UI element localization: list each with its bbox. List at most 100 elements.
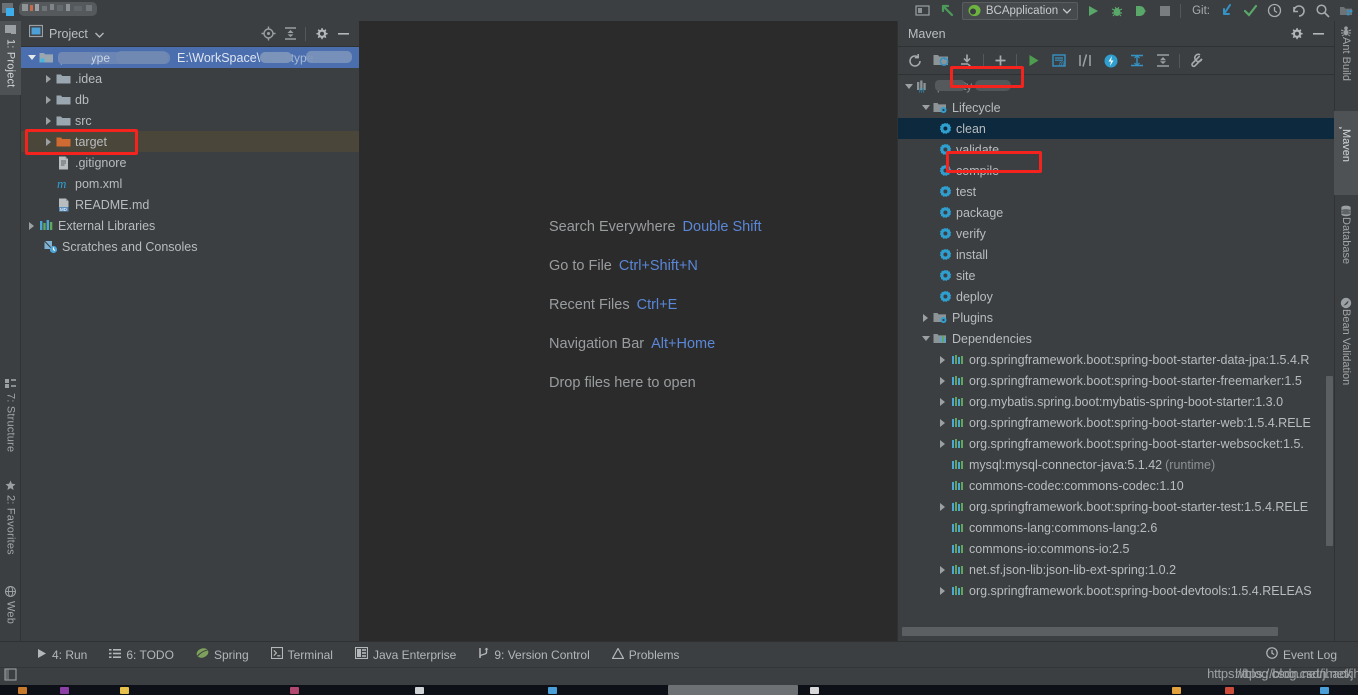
taskbar-item[interactable]: [120, 687, 129, 694]
tree-row-project-root[interactable]: prototype E:\WorkSpace\ ototype: [21, 47, 359, 68]
sidebar-tab-web[interactable]: Web: [0, 583, 21, 641]
expand-arrow-icon[interactable]: [936, 437, 949, 450]
settings-wrench-icon[interactable]: [1183, 49, 1209, 73]
expand-arrow-icon[interactable]: [919, 311, 932, 324]
tree-row-readme-md[interactable]: MD README.md: [21, 194, 359, 215]
commit-icon[interactable]: [1238, 0, 1262, 21]
status-tab-problems[interactable]: Problems: [601, 642, 691, 668]
show-dependencies-icon[interactable]: [1124, 49, 1150, 73]
stop-button[interactable]: [1153, 0, 1177, 21]
expand-arrow-icon[interactable]: [902, 80, 915, 93]
maven-vertical-scrollbar[interactable]: [1326, 376, 1333, 546]
generate-sources-icon[interactable]: [928, 49, 954, 73]
tree-row-dependency[interactable]: org.springframework.boot:spring-boot-sta…: [898, 496, 1335, 517]
tree-row-dependency[interactable]: org.springframework.boot:spring-boot-dev…: [898, 580, 1335, 601]
taskbar-item[interactable]: [1320, 687, 1329, 694]
tree-row-dependency[interactable]: org.springframework.boot:spring-boot-sta…: [898, 370, 1335, 391]
expand-arrow-icon[interactable]: [42, 114, 55, 127]
hide-icon[interactable]: [1308, 24, 1328, 44]
tree-row-goal-package[interactable]: package: [898, 202, 1335, 223]
expand-arrow-icon[interactable]: [936, 374, 949, 387]
add-icon[interactable]: [987, 49, 1013, 73]
taskbar-item[interactable]: [1225, 687, 1234, 694]
debug-button[interactable]: [1105, 0, 1129, 21]
expand-arrow-icon[interactable]: [936, 563, 949, 576]
tree-row-goal-verify[interactable]: verify: [898, 223, 1335, 244]
status-tab-todo[interactable]: 6: TODO: [98, 642, 185, 668]
locate-icon[interactable]: [258, 24, 278, 44]
tree-row-pom-xml[interactable]: m pom.xml: [21, 173, 359, 194]
expand-arrow-icon[interactable]: [25, 219, 38, 232]
taskbar-item[interactable]: [18, 687, 27, 694]
toggle-tool-window-icon[interactable]: [911, 0, 935, 21]
taskbar-item[interactable]: [1172, 687, 1181, 694]
tree-row-goal-compile[interactable]: compile: [898, 160, 1335, 181]
taskbar-item[interactable]: [60, 687, 69, 694]
sidebar-tab-database[interactable]: Database: [1334, 201, 1358, 287]
tree-row-dependency[interactable]: org.springframework.boot:spring-boot-sta…: [898, 412, 1335, 433]
status-tab-version-control[interactable]: 9: Version Control: [467, 642, 600, 668]
project-structure-icon[interactable]: [1334, 0, 1358, 21]
taskbar-item[interactable]: [290, 687, 299, 694]
run-button[interactable]: [1081, 0, 1105, 21]
offline-mode-icon[interactable]: [1098, 49, 1124, 73]
expand-arrow-icon[interactable]: [936, 584, 949, 597]
tree-row-src[interactable]: src: [21, 110, 359, 131]
collapse-all-icon[interactable]: [1150, 49, 1176, 73]
toggle-skip-tests-icon[interactable]: [1072, 49, 1098, 73]
maven-horizontal-scrollbar[interactable]: [902, 627, 1322, 636]
maven-horizontal-scrollbar-thumb[interactable]: [902, 627, 1278, 636]
undo-arrow-icon[interactable]: [935, 0, 959, 21]
tree-row-dependency[interactable]: net.sf.json-lib:json-lib-ext-spring:1.0.…: [898, 559, 1335, 580]
chevron-down-icon[interactable]: [94, 25, 104, 43]
sidebar-tab-structure[interactable]: 7: Structure: [0, 375, 21, 467]
event-log-button[interactable]: Event Log: [1255, 642, 1348, 668]
tree-row-maven-project-root[interactable]: m prototy: [898, 76, 1335, 97]
rollback-icon[interactable]: [1286, 0, 1310, 21]
execute-maven-goal-icon[interactable]: m: [1046, 49, 1072, 73]
tree-row-lifecycle[interactable]: Lifecycle: [898, 97, 1335, 118]
tree-row-dependency[interactable]: org.springframework.boot:spring-boot-sta…: [898, 433, 1335, 454]
gear-icon[interactable]: [311, 24, 331, 44]
sidebar-tab-ant-build[interactable]: Ant Build: [1334, 21, 1358, 107]
layout-toggle-icon[interactable]: [4, 667, 17, 686]
expand-arrow-icon[interactable]: [936, 416, 949, 429]
expand-arrow-icon[interactable]: [42, 135, 55, 148]
search-icon[interactable]: [1310, 0, 1334, 21]
reimport-icon[interactable]: [902, 49, 928, 73]
tree-row-goal-clean[interactable]: clean: [898, 118, 1335, 139]
tree-row-dependency[interactable]: commons-lang:commons-lang:2.6: [898, 517, 1335, 538]
collapse-all-icon[interactable]: [280, 24, 300, 44]
tree-row-goal-deploy[interactable]: deploy: [898, 286, 1335, 307]
editor-empty-area[interactable]: Search Everywhere Double Shift Go to File…: [359, 21, 897, 641]
expand-arrow-icon[interactable]: [42, 93, 55, 106]
tree-row-goal-test[interactable]: test: [898, 181, 1335, 202]
expand-arrow-icon[interactable]: [936, 353, 949, 366]
status-tab-java-enterprise[interactable]: Java Enterprise: [344, 642, 467, 668]
tree-row-goal-validate[interactable]: validate: [898, 139, 1335, 160]
gear-icon[interactable]: [1286, 24, 1306, 44]
status-tab-spring[interactable]: Spring: [185, 642, 260, 668]
tree-row-gitignore[interactable]: .gitignore: [21, 152, 359, 173]
expand-arrow-icon[interactable]: [42, 72, 55, 85]
tree-row-dependency[interactable]: mysql:mysql-connector-java:5.1.42 (runti…: [898, 454, 1335, 475]
tree-row-goal-site[interactable]: site: [898, 265, 1335, 286]
taskbar-item[interactable]: [548, 687, 557, 694]
hide-icon[interactable]: [333, 24, 353, 44]
download-sources-icon[interactable]: [954, 49, 980, 73]
tree-row-external-libraries[interactable]: External Libraries: [21, 215, 359, 236]
status-tab-run[interactable]: 4: Run: [26, 642, 98, 668]
run-with-coverage-button[interactable]: [1129, 0, 1153, 21]
expand-arrow-icon[interactable]: [919, 332, 932, 345]
tree-row-dependency[interactable]: org.mybatis.spring.boot:mybatis-spring-b…: [898, 391, 1335, 412]
tree-row-dependency[interactable]: org.springframework.boot:spring-boot-sta…: [898, 349, 1335, 370]
tree-row-target[interactable]: target: [21, 131, 359, 152]
tree-row-dependency[interactable]: commons-io:commons-io:2.5: [898, 538, 1335, 559]
run-icon[interactable]: [1020, 49, 1046, 73]
run-configuration-selector[interactable]: BCApplication: [961, 1, 1079, 20]
sidebar-tab-favorites[interactable]: 2: Favorites: [0, 477, 21, 573]
tree-row-scratches-and-consoles[interactable]: Scratches and Consoles: [21, 236, 359, 257]
sidebar-tab-project[interactable]: 1: Project: [0, 21, 21, 95]
taskbar-item[interactable]: [415, 687, 424, 694]
tree-row-db[interactable]: db: [21, 89, 359, 110]
